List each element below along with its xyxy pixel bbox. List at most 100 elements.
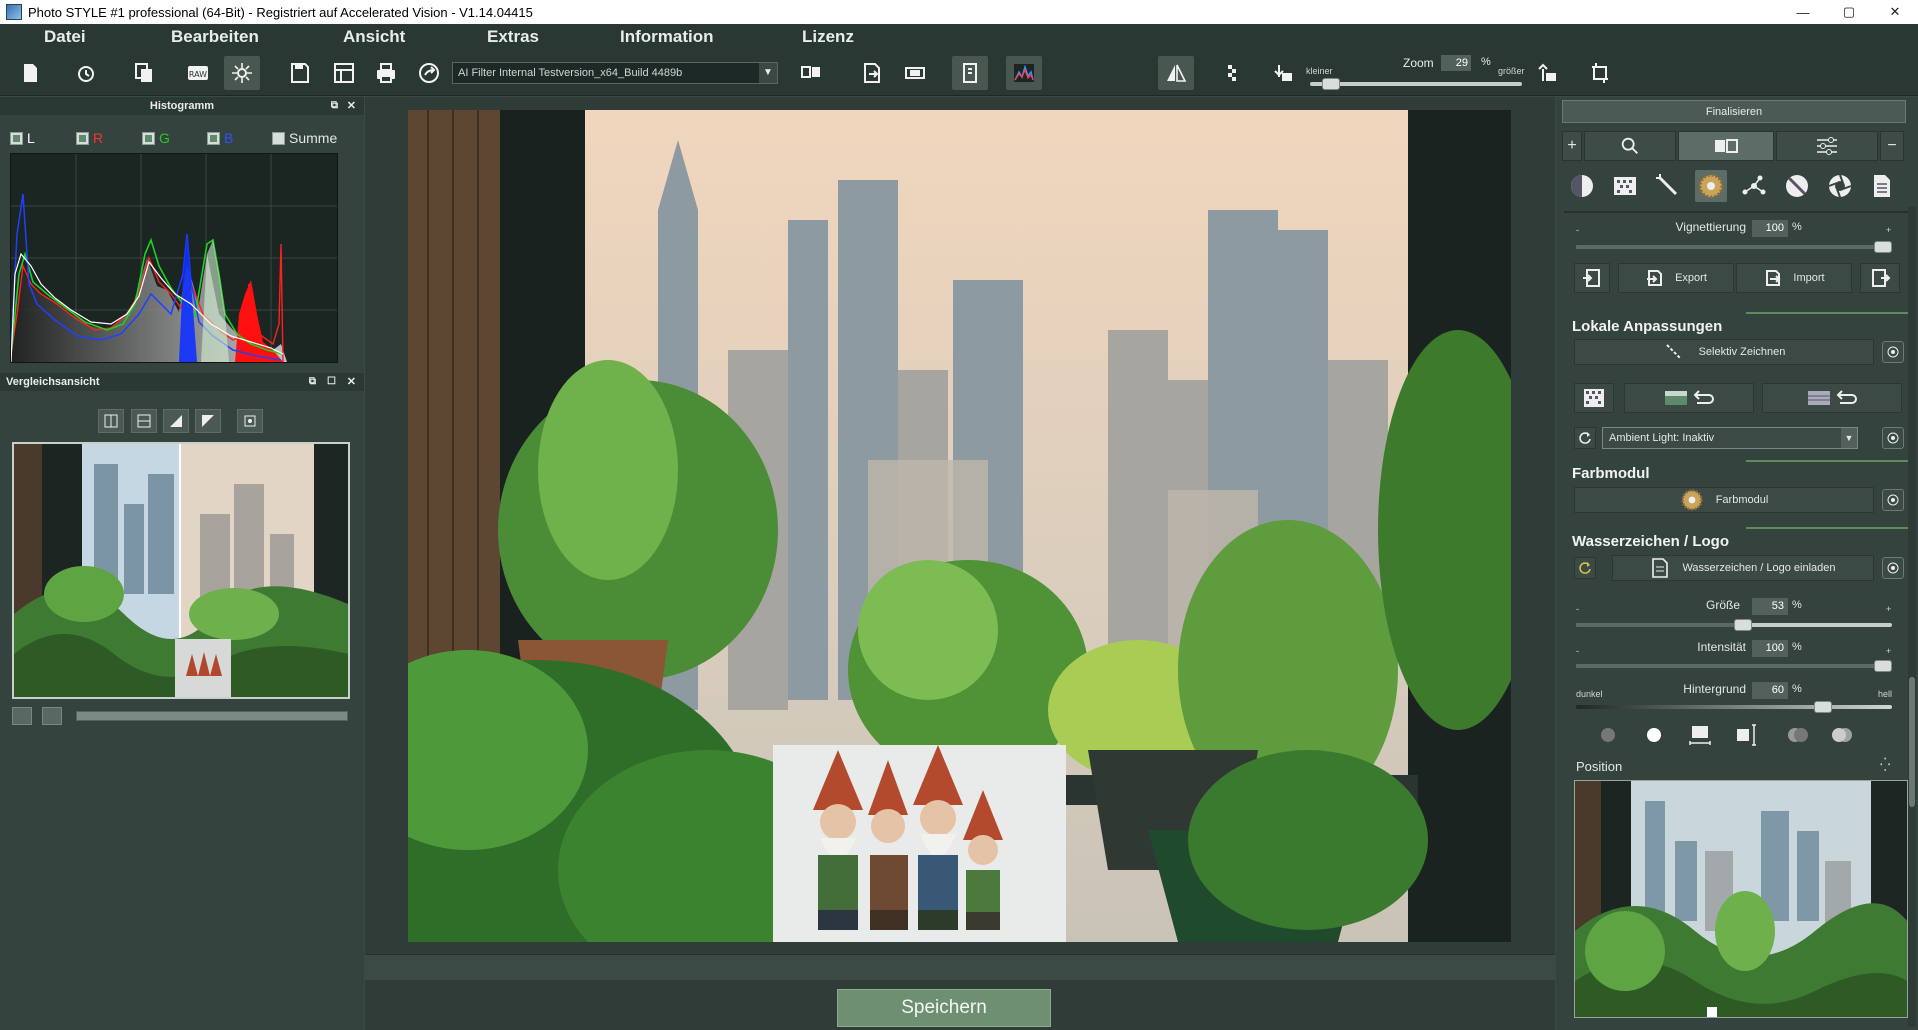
size-slider-knob[interactable] <box>1734 619 1752 631</box>
color-module-button[interactable]: Farbmodul <box>1574 487 1874 513</box>
watermark-load-button[interactable]: Wasserzeichen / Logo einladen <box>1612 555 1874 581</box>
close-icon[interactable]: ✕ <box>347 97 356 115</box>
zoom-out-icon[interactable] <box>1266 56 1302 90</box>
intensity-value[interactable]: 100 <box>1752 640 1788 657</box>
gradient-mask-button[interactable] <box>1624 383 1754 413</box>
channel-b-checkbox[interactable] <box>207 131 220 145</box>
menu-datei[interactable]: Datei <box>44 27 86 47</box>
channel-r-toggle[interactable]: R <box>76 130 103 146</box>
rotate-icon[interactable] <box>1582 56 1618 90</box>
share-icon[interactable] <box>411 56 447 90</box>
channel-l-toggle[interactable]: L <box>10 130 35 146</box>
import-button[interactable]: Import <box>1736 263 1852 293</box>
ambient-light-select[interactable]: Ambient Light: Inaktiv ▼ <box>1602 427 1858 449</box>
channel-g-toggle[interactable]: G <box>142 130 170 146</box>
split-horizontal-icon[interactable] <box>131 409 157 433</box>
blend-hard-icon[interactable] <box>1828 723 1856 747</box>
position-preview[interactable] <box>1574 780 1908 1018</box>
align-horizontal-icon[interactable] <box>1686 721 1714 749</box>
watermark-toggle-icon[interactable] <box>1574 557 1596 579</box>
noise-icon[interactable] <box>1609 170 1641 202</box>
export-button[interactable]: Export <box>1618 263 1734 293</box>
fit-screen-icon[interactable] <box>897 56 933 90</box>
save-as-icon[interactable] <box>326 56 362 90</box>
compare-mode-icon[interactable] <box>793 56 829 90</box>
compare-prev-icon[interactable] <box>12 707 32 725</box>
aperture-icon[interactable] <box>1824 170 1856 202</box>
background-value[interactable]: 60 <box>1752 682 1788 699</box>
sum-toggle[interactable]: Summe <box>272 130 337 146</box>
eye-icon[interactable] <box>1882 557 1904 579</box>
lens-icon[interactable] <box>1781 170 1813 202</box>
history-icon[interactable] <box>68 56 104 90</box>
new-file-icon[interactable] <box>12 56 48 90</box>
menu-information[interactable]: Information <box>620 27 714 47</box>
zoom-in-icon[interactable] <box>1530 56 1566 90</box>
compare-next-icon[interactable] <box>42 707 62 725</box>
preset-save-icon[interactable] <box>1574 263 1610 293</box>
add-icon[interactable]: + <box>1562 131 1582 161</box>
menu-lizenz[interactable]: Lizenz <box>802 27 854 47</box>
batch-icon[interactable] <box>126 56 162 90</box>
close-button[interactable]: ✕ <box>1872 0 1918 24</box>
channel-b-toggle[interactable]: B <box>207 130 233 146</box>
mask-grid-icon[interactable] <box>1574 383 1614 413</box>
minimize-button[interactable]: — <box>1780 0 1826 24</box>
ai-filter-icon[interactable] <box>224 56 260 90</box>
raw-icon[interactable]: RAW <box>180 56 216 90</box>
selective-draw-button[interactable]: Selektiv Zeichnen <box>1574 339 1874 365</box>
remove-icon[interactable]: − <box>1880 131 1904 161</box>
menu-bearbeiten[interactable]: Bearbeiten <box>171 27 259 47</box>
menu-ansicht[interactable]: Ansicht <box>343 27 405 47</box>
split-vertical-icon[interactable] <box>98 409 124 433</box>
align-vertical-icon[interactable] <box>1732 721 1760 749</box>
preset-load-icon[interactable] <box>1860 263 1900 293</box>
compare-settings-icon[interactable] <box>237 409 263 433</box>
background-slider-knob[interactable] <box>1814 701 1832 713</box>
save-icon[interactable] <box>282 56 318 90</box>
menu-extras[interactable]: Extras <box>487 27 539 47</box>
mirror-icon[interactable] <box>1158 56 1194 90</box>
maximize-button[interactable]: ▢ <box>1826 0 1872 24</box>
main-photo[interactable] <box>408 110 1511 942</box>
size-value[interactable]: 53 <box>1752 598 1788 615</box>
shadow-on-icon[interactable] <box>1642 723 1666 747</box>
tone-icon[interactable] <box>1566 170 1598 202</box>
blend-soft-icon[interactable] <box>1784 723 1812 747</box>
filter-select[interactable]: AI Filter Internal Testversion_x64_Build… <box>452 62 778 84</box>
gradient-mask-alt-button[interactable] <box>1762 383 1902 413</box>
eye-icon[interactable] <box>1882 427 1904 449</box>
vignette-value[interactable]: 100 <box>1752 220 1788 237</box>
float-icon[interactable]: ⧉ <box>309 373 316 391</box>
crop-dots-icon[interactable] <box>1214 56 1250 90</box>
sum-checkbox[interactable] <box>272 131 285 145</box>
nodes-icon[interactable] <box>1738 170 1770 202</box>
histogram-toggle-icon[interactable] <box>1006 56 1042 90</box>
print-icon[interactable] <box>368 56 404 90</box>
eye-icon[interactable] <box>1882 489 1904 511</box>
search-icon[interactable] <box>1584 131 1676 161</box>
zoom-slider[interactable] <box>1310 78 1522 90</box>
channel-r-checkbox[interactable] <box>76 131 89 145</box>
size-slider[interactable] <box>1576 619 1892 631</box>
background-slider[interactable] <box>1576 701 1892 713</box>
info-view-icon[interactable] <box>952 56 988 90</box>
sliders-icon[interactable] <box>1776 131 1878 161</box>
compare-preview[interactable] <box>12 442 350 699</box>
save-button[interactable]: Speichern <box>837 989 1051 1027</box>
float-icon[interactable]: ⧉ <box>331 97 338 115</box>
compare-tab-icon[interactable] <box>1678 131 1774 161</box>
refresh-icon[interactable] <box>1574 427 1596 449</box>
split-diagonal-alt-icon[interactable] <box>195 409 221 433</box>
right-panel-scrollbar[interactable] <box>1908 207 1916 1027</box>
intensity-slider[interactable] <box>1576 660 1892 672</box>
scrollbar-thumb[interactable] <box>1909 677 1915 807</box>
vignette-slider[interactable] <box>1576 241 1892 253</box>
vignette-slider-knob[interactable] <box>1874 241 1892 253</box>
maximize-icon[interactable]: ☐ <box>327 373 336 391</box>
eye-icon[interactable] <box>1882 341 1904 363</box>
channel-l-checkbox[interactable] <box>10 131 23 145</box>
channel-g-checkbox[interactable] <box>142 131 155 145</box>
compare-scrollbar[interactable] <box>76 711 348 721</box>
close-icon[interactable]: ✕ <box>347 373 356 391</box>
